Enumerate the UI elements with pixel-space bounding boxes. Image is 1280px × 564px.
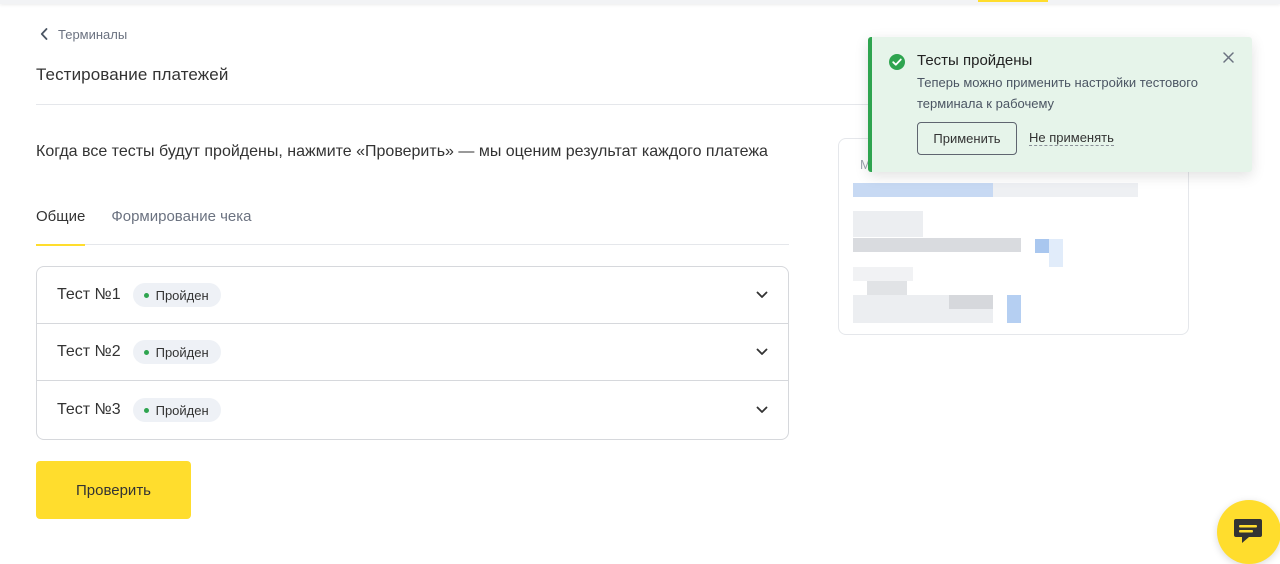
blurred-block	[1035, 239, 1049, 253]
status-label: Пройден	[155, 287, 209, 303]
skip-link[interactable]: Не применять	[1029, 130, 1114, 146]
toast-text: Теперь можно применить настройки тестово…	[917, 75, 1198, 111]
test-row-2[interactable]: Тест №2 Пройден	[37, 324, 788, 381]
status-label: Пройден	[155, 344, 209, 360]
page-title: Тестирование платежей	[36, 65, 229, 84]
back-link[interactable]: Терминалы	[40, 25, 127, 43]
apply-button[interactable]: Применить	[917, 122, 1017, 155]
blurred-block	[853, 267, 913, 281]
title-divider	[36, 104, 896, 105]
blurred-block	[1007, 295, 1021, 323]
top-bar	[0, 0, 1280, 4]
check-circle-icon	[889, 54, 905, 70]
test-name: Тест №2	[57, 343, 121, 360]
status-dot-icon	[143, 292, 149, 298]
top-bar-accent	[978, 0, 1048, 2]
status-dot-icon	[143, 407, 149, 413]
test-name: Тест №3	[57, 401, 121, 418]
intro-text: Когда все тесты будут пройдены, нажмите …	[36, 143, 768, 160]
blurred-block	[949, 295, 993, 309]
chat-button[interactable]	[1217, 500, 1280, 564]
status-dot-icon	[143, 349, 149, 355]
status-label: Пройден	[155, 402, 209, 418]
blurred-block	[853, 238, 1021, 252]
test-name: Тест №1	[57, 286, 121, 303]
blurred-block	[1049, 239, 1063, 267]
chat-icon	[1234, 519, 1262, 543]
blurred-block	[853, 211, 923, 237]
tabs: Общие Формирование чека	[36, 205, 789, 246]
chevron-down-icon[interactable]	[756, 406, 768, 414]
tab-receipt[interactable]: Формирование чека	[111, 205, 251, 244]
blurred-line	[993, 183, 1138, 197]
status-badge: Пройден	[132, 283, 221, 307]
chevron-down-icon[interactable]	[756, 291, 768, 299]
status-badge: Пройден	[132, 340, 221, 364]
close-icon[interactable]	[1223, 52, 1234, 63]
chevron-left-icon	[40, 28, 48, 40]
chevron-down-icon[interactable]	[756, 348, 768, 356]
toast-title: Тесты пройдены	[917, 52, 1033, 69]
tests-list: Тест №1 Пройден Тест №2 Пройден Тест №3 …	[36, 266, 789, 440]
tab-general[interactable]: Общие	[36, 205, 86, 246]
test-row-1[interactable]: Тест №1 Пройден	[37, 267, 788, 324]
test-row-3[interactable]: Тест №3 Пройден	[37, 381, 788, 439]
back-link-label: Терминалы	[58, 26, 128, 42]
success-toast: Тесты пройдены Теперь можно применить на…	[868, 37, 1252, 172]
blurred-line	[853, 183, 993, 197]
status-badge: Пройден	[132, 398, 221, 422]
check-button[interactable]: Проверить	[36, 461, 191, 519]
